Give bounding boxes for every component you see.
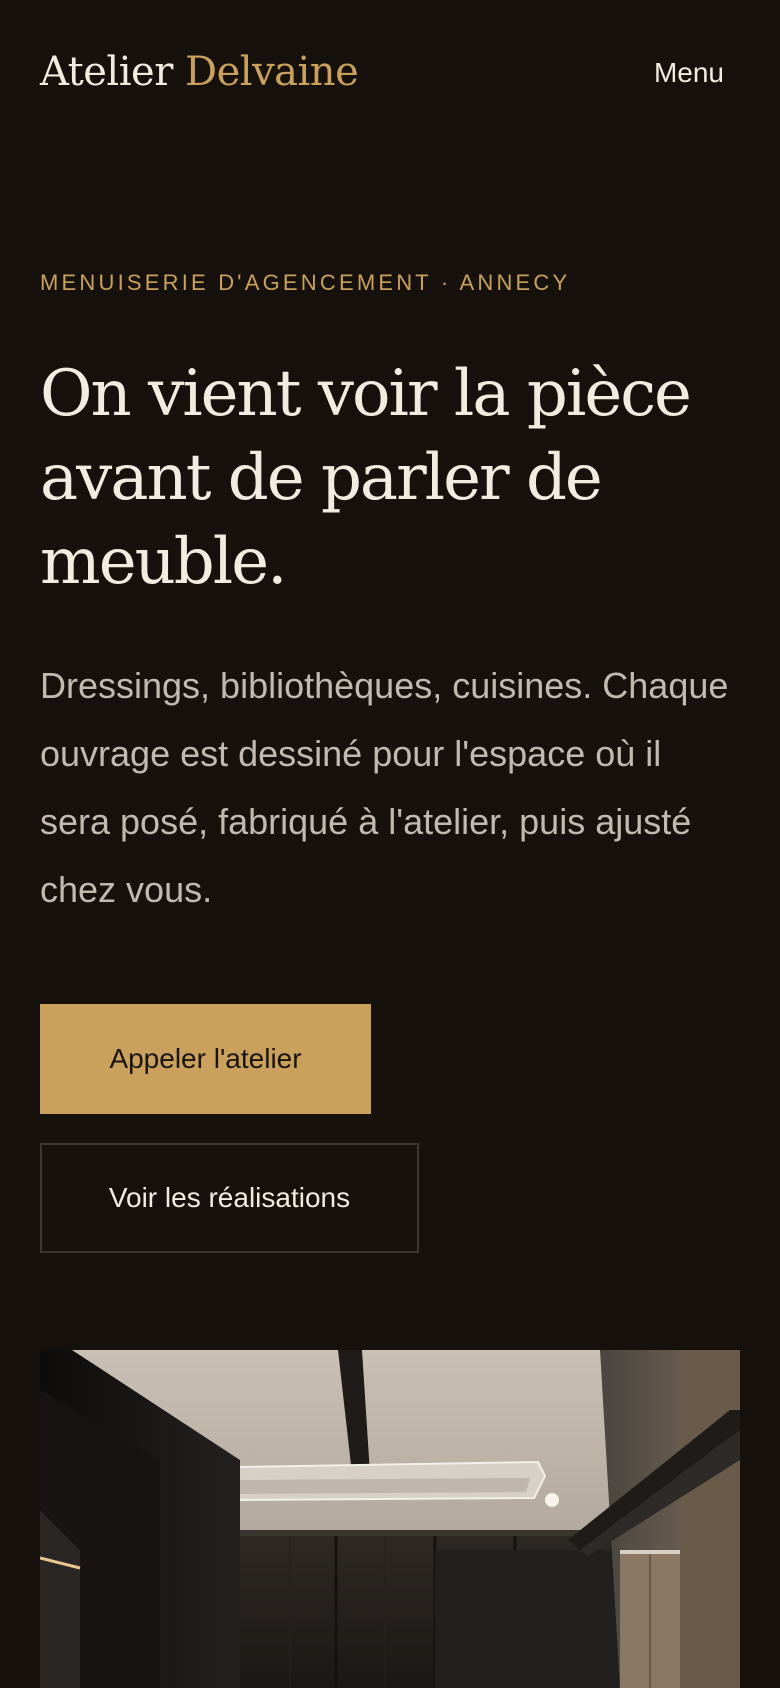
hero-eyebrow: MENUISERIE D'AGENCEMENT · ANNECY — [40, 270, 571, 295]
site-header: Atelier Delvaine Menu — [0, 0, 780, 160]
call-atelier-button[interactable]: Appeler l'atelier — [40, 1004, 371, 1114]
menu-button[interactable]: Menu — [654, 59, 724, 87]
kitchen-photo — [40, 1350, 740, 1688]
hero-headline: On vient voir la pièce avant de parler d… — [40, 357, 692, 599]
hero-lead: Dressings, bibliothèques, cuisines. Chaq… — [40, 665, 729, 910]
logo-primary-text: Atelier — [40, 49, 173, 95]
view-projects-button[interactable]: Voir les réalisations — [40, 1143, 419, 1253]
logo-accent-text: Delvaine — [185, 49, 359, 95]
site-logo[interactable]: Atelier Delvaine — [40, 49, 359, 95]
